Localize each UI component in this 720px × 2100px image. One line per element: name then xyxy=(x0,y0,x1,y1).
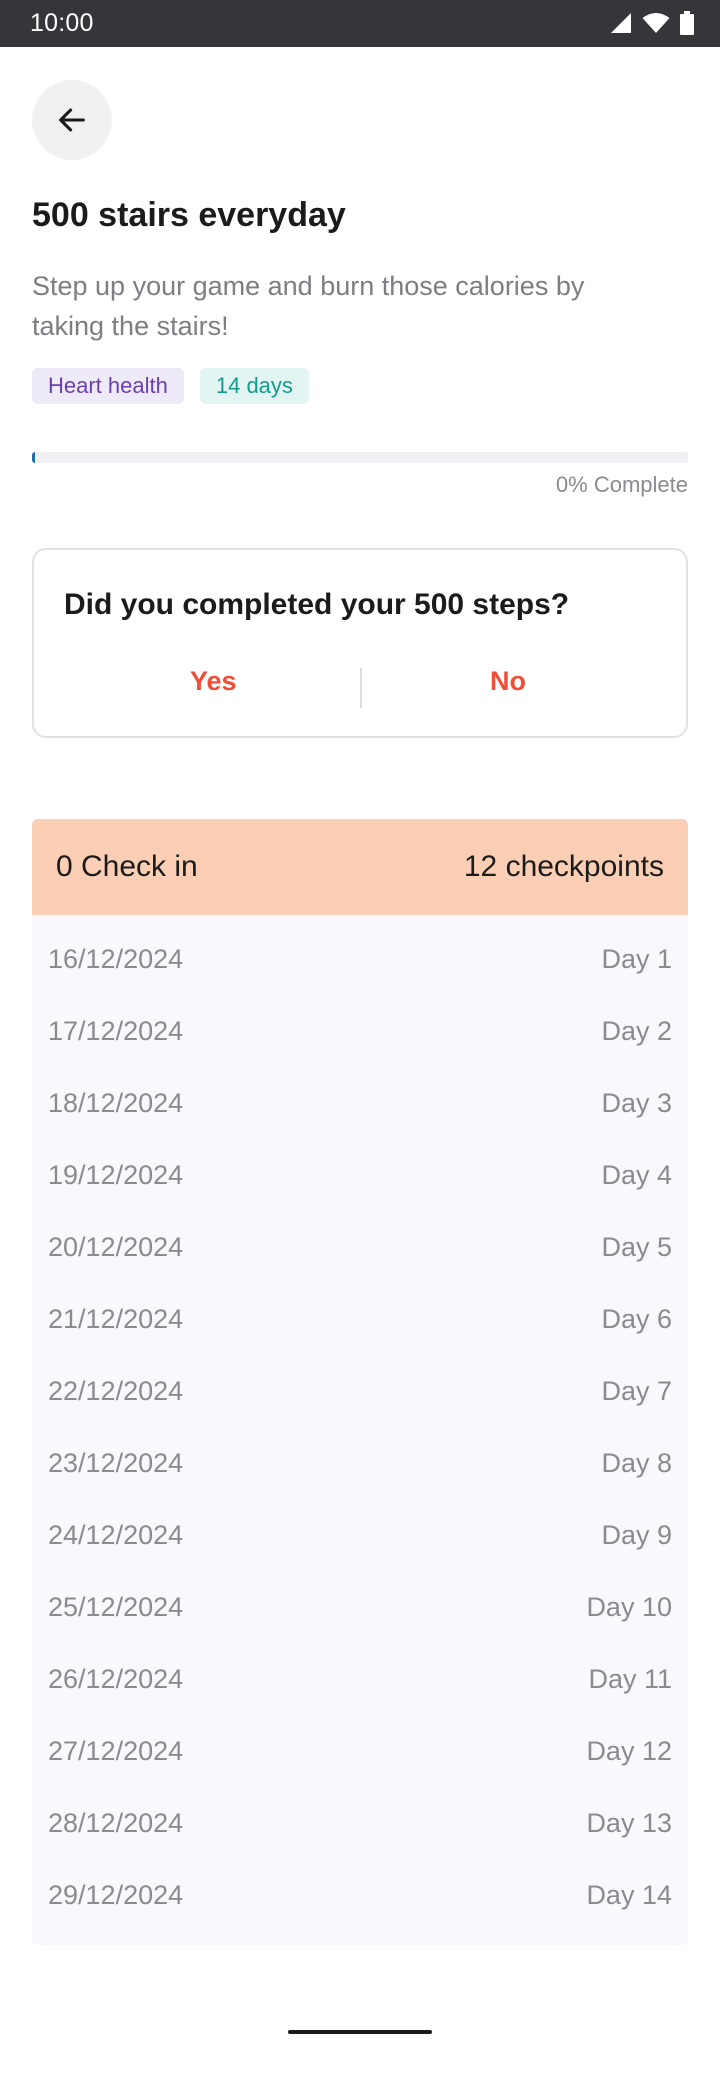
checkin-date: 29/12/2024 xyxy=(48,1879,184,1910)
checkin-count: 0 Check in xyxy=(56,850,198,883)
checkin-date: 25/12/2024 xyxy=(48,1591,184,1622)
yes-button[interactable]: Yes xyxy=(190,666,237,697)
list-item: 19/12/2024 Day 4 xyxy=(32,1139,688,1211)
checkin-day-list: 16/12/2024 Day 1 17/12/2024 Day 2 18/12/2024… xyxy=(32,915,688,1945)
checkin-day-label: Day 8 xyxy=(601,1447,672,1478)
signal-icon xyxy=(611,13,631,33)
checkin-day-label: Day 6 xyxy=(601,1303,672,1334)
checkin-day-label: Day 4 xyxy=(601,1159,672,1190)
challenge-description: Step up your game and burn those calorie… xyxy=(32,271,585,341)
checkin-date: 26/12/2024 xyxy=(48,1663,184,1694)
list-item: 16/12/2024 Day 1 xyxy=(32,923,688,995)
list-item: 17/12/2024 Day 2 xyxy=(32,995,688,1067)
checkin-date: 16/12/2024 xyxy=(48,943,184,974)
list-item: 29/12/2024 Day 14 xyxy=(32,1859,688,1931)
tag-duration: 14 days xyxy=(199,368,309,404)
back-button[interactable] xyxy=(32,80,112,160)
progress-label: 0% Complete xyxy=(555,472,688,497)
progress-fill xyxy=(32,452,35,463)
checkin-date: 17/12/2024 xyxy=(48,1015,184,1046)
arrow-left-icon xyxy=(59,108,85,132)
checkin-date: 18/12/2024 xyxy=(48,1087,184,1118)
checkin-date: 20/12/2024 xyxy=(48,1231,184,1262)
no-button[interactable]: No xyxy=(490,666,526,697)
checkin-day-label: Day 14 xyxy=(586,1879,672,1910)
status-bar: 10:00 xyxy=(0,0,720,47)
checkin-day-label: Day 7 xyxy=(601,1375,672,1406)
checkin-day-label: Day 10 xyxy=(586,1591,672,1622)
answer-divider xyxy=(360,668,362,708)
tag-category: Heart health xyxy=(32,368,184,404)
checkin-date: 28/12/2024 xyxy=(48,1807,184,1838)
list-item: 23/12/2024 Day 8 xyxy=(32,1427,688,1499)
status-icons xyxy=(610,11,694,35)
home-indicator[interactable] xyxy=(288,2030,432,2034)
completion-question-card: Did you completed your 500 steps? Yes No xyxy=(32,548,688,738)
checkin-date: 21/12/2024 xyxy=(48,1303,184,1334)
checkin-day-label: Day 1 xyxy=(601,943,672,974)
list-item: 27/12/2024 Day 12 xyxy=(32,1715,688,1787)
checkin-summary-header: 0 Check in 12 checkpoints xyxy=(32,819,688,915)
challenge-title: 500 stairs everyday xyxy=(32,196,346,234)
list-item: 26/12/2024 Day 11 xyxy=(32,1643,688,1715)
list-item: 21/12/2024 Day 6 xyxy=(32,1283,688,1355)
checkin-day-label: Day 9 xyxy=(601,1519,672,1550)
checkin-day-label: Day 11 xyxy=(588,1663,672,1694)
checkin-day-label: Day 3 xyxy=(601,1087,672,1118)
list-item: 28/12/2024 Day 13 xyxy=(32,1787,688,1859)
checkin-date: 23/12/2024 xyxy=(48,1447,184,1478)
checkin-date: 22/12/2024 xyxy=(48,1375,184,1406)
checkin-day-label: Day 13 xyxy=(586,1807,672,1838)
checkin-day-label: Day 2 xyxy=(601,1015,672,1046)
checkin-date: 27/12/2024 xyxy=(48,1735,184,1766)
list-item: 25/12/2024 Day 10 xyxy=(32,1571,688,1643)
checkin-date: 19/12/2024 xyxy=(48,1159,184,1190)
checkin-day-label: Day 5 xyxy=(601,1231,672,1262)
status-time: 10:00 xyxy=(30,9,94,37)
question-text: Did you completed your 500 steps? xyxy=(64,588,570,621)
wifi-icon xyxy=(642,13,670,33)
list-item: 22/12/2024 Day 7 xyxy=(32,1355,688,1427)
checkpoints-count: 12 checkpoints xyxy=(463,850,664,883)
challenge-tags: Heart health 14 days xyxy=(32,368,309,404)
list-item: 24/12/2024 Day 9 xyxy=(32,1499,688,1571)
checkin-date: 24/12/2024 xyxy=(48,1519,184,1550)
battery-icon xyxy=(680,11,694,35)
list-item: 20/12/2024 Day 5 xyxy=(32,1211,688,1283)
progress-bar xyxy=(32,452,688,463)
checkin-day-label: Day 12 xyxy=(586,1735,672,1766)
list-item: 18/12/2024 Day 3 xyxy=(32,1067,688,1139)
